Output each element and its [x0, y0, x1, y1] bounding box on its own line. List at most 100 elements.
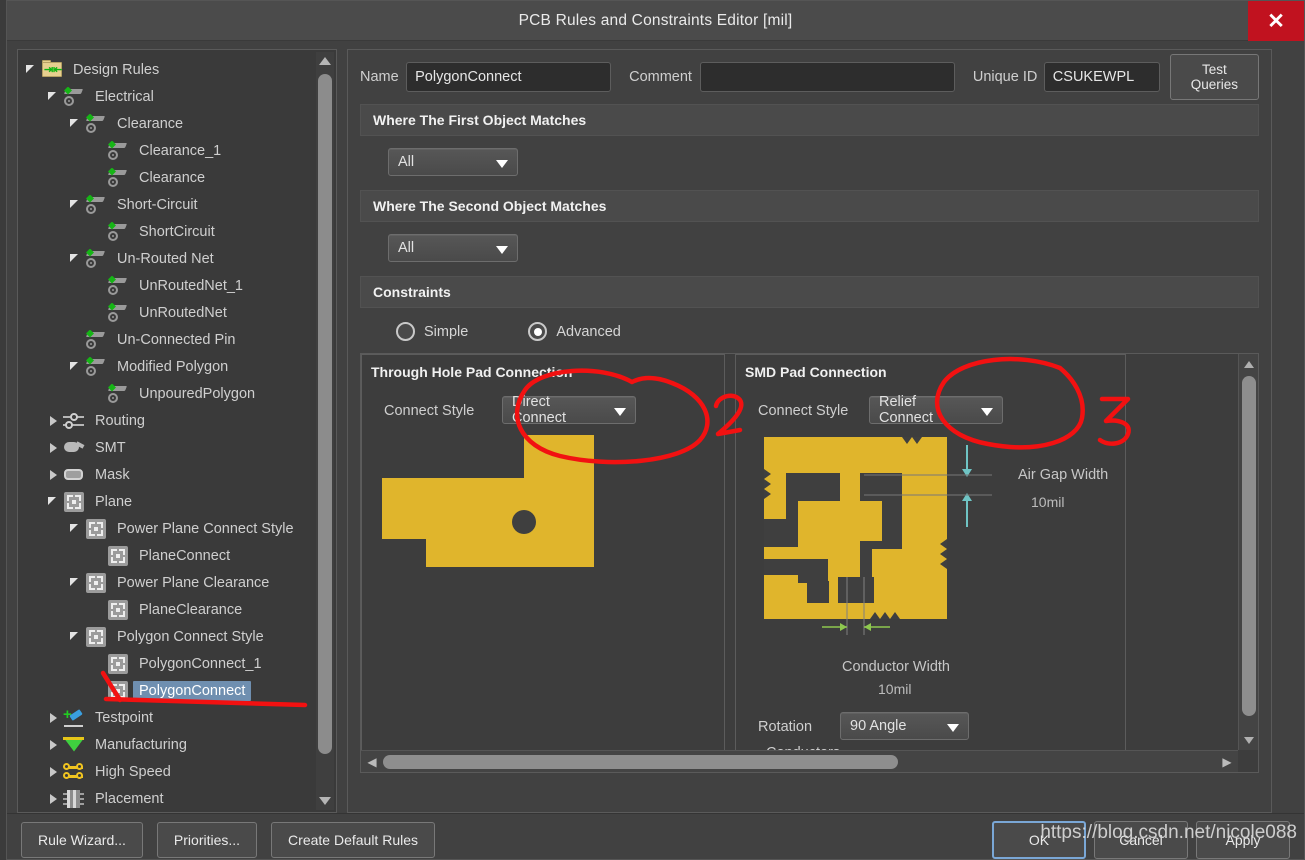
name-row: Name Comment Unique ID Test Queries — [360, 60, 1259, 94]
smd-group: SMD Pad Connection Connect Style Relief … — [735, 354, 1126, 750]
tree-scroll-down-icon[interactable] — [316, 792, 334, 810]
tree-item-power-plane-clearance[interactable]: Power Plane Clearance — [24, 569, 314, 596]
close-icon[interactable]: ✕ — [1248, 1, 1304, 41]
ok-button[interactable]: OK — [992, 821, 1086, 859]
radio-simple[interactable]: Simple — [396, 322, 468, 341]
rule-editor-panel: Name Comment Unique ID Test Queries Wher… — [347, 49, 1272, 813]
tree-item-label: ShortCircuit — [133, 222, 221, 242]
tree-item-high-speed[interactable]: High Speed — [24, 758, 314, 785]
through-hole-connect-style-dropdown[interactable]: Direct Connect — [502, 396, 636, 424]
expand-arrow-icon[interactable] — [46, 731, 62, 758]
collapse-arrow-icon[interactable] — [68, 191, 84, 218]
tree-item-un-routed-net[interactable]: Un-Routed Net — [24, 245, 314, 272]
tree-item-mask[interactable]: Mask — [24, 461, 314, 488]
first-object-scope-dropdown[interactable]: All — [388, 148, 518, 176]
chevron-down-icon — [496, 160, 508, 168]
chevron-down-icon — [981, 408, 993, 416]
tree-item-label: UnRoutedNet_1 — [133, 276, 249, 296]
expand-arrow-icon[interactable] — [46, 704, 62, 731]
collapse-arrow-icon[interactable] — [68, 569, 84, 596]
constraints-horizontal-scrollbar[interactable]: ◀ ▶ — [361, 750, 1238, 772]
expand-arrow-icon[interactable] — [46, 758, 62, 785]
tree-item-label: Clearance — [111, 114, 189, 134]
expand-arrow-icon[interactable] — [46, 407, 62, 434]
tree-item-polygon-connect-style[interactable]: Polygon Connect Style — [24, 623, 314, 650]
collapse-arrow-icon[interactable] — [46, 488, 62, 515]
tree-item-power-plane-connect-style[interactable]: Power Plane Connect Style — [24, 515, 314, 542]
constraints-hscroll-thumb[interactable] — [383, 755, 898, 769]
tree-item-planeclearance[interactable]: PlaneClearance — [24, 596, 314, 623]
tree-item-routing[interactable]: Routing — [24, 407, 314, 434]
radio-advanced-label: Advanced — [556, 324, 621, 340]
comment-input[interactable] — [700, 62, 955, 92]
tree-item-unroutednet-1[interactable]: UnRoutedNet_1 — [24, 272, 314, 299]
tree-scrollbar-thumb[interactable] — [318, 74, 332, 754]
through-hole-title: Through Hole Pad Connection — [371, 364, 572, 380]
constraints-scroll-up-icon[interactable] — [1239, 356, 1259, 372]
collapse-arrow-icon[interactable] — [68, 245, 84, 272]
name-input[interactable] — [406, 62, 611, 92]
tree-item-unroutednet[interactable]: UnRoutedNet — [24, 299, 314, 326]
priorities-button[interactable]: Priorities... — [157, 822, 257, 858]
smd-connect-style-dropdown[interactable]: Relief Connect — [869, 396, 1003, 424]
tree-item-testpoint[interactable]: +Testpoint — [24, 704, 314, 731]
first-object-header: Where The First Object Matches — [360, 104, 1259, 136]
unique-id-label: Unique ID — [973, 69, 1044, 85]
collapse-arrow-icon[interactable] — [68, 623, 84, 650]
tree-item-short-circuit[interactable]: Short-Circuit — [24, 191, 314, 218]
tree-item-design-rules[interactable]: ⇥⇤Design Rules — [24, 56, 314, 83]
constraints-vertical-scrollbar[interactable] — [1238, 354, 1258, 750]
plane-icon — [106, 653, 130, 675]
constraints-content: Through Hole Pad Connection Connect Styl… — [361, 354, 1238, 750]
tree-item-plane[interactable]: Plane — [24, 488, 314, 515]
collapse-arrow-icon[interactable] — [46, 83, 62, 110]
tree-item-clearance[interactable]: Clearance — [24, 164, 314, 191]
create-default-rules-button[interactable]: Create Default Rules — [271, 822, 435, 858]
collapse-arrow-icon[interactable] — [24, 56, 40, 83]
rule-wizard-button[interactable]: Rule Wizard... — [21, 822, 143, 858]
tree-item-clearance-1[interactable]: Clearance_1 — [24, 137, 314, 164]
tree-item-polygonconnect[interactable]: PolygonConnect — [24, 677, 314, 704]
tree-item-planeconnect[interactable]: PlaneConnect — [24, 542, 314, 569]
constraints-scroll-right-icon[interactable]: ▶ — [1218, 751, 1236, 773]
cancel-button[interactable]: Cancel — [1094, 821, 1188, 859]
tree-scroll-up-icon[interactable] — [316, 52, 334, 70]
second-object-scope-dropdown[interactable]: All — [388, 234, 518, 262]
tree-item-shortcircuit[interactable]: ShortCircuit — [24, 218, 314, 245]
test-queries-button[interactable]: Test Queries — [1170, 54, 1259, 100]
tree-item-unpouredpolygon[interactable]: UnpouredPolygon — [24, 380, 314, 407]
collapse-arrow-icon[interactable] — [68, 353, 84, 380]
electrical-icon — [106, 140, 130, 162]
design-rules-tree[interactable]: ⇥⇤Design RulesElectricalClearanceClearan… — [17, 49, 337, 813]
expand-arrow-icon[interactable] — [46, 785, 62, 812]
tree-item-label: UnpouredPolygon — [133, 384, 261, 404]
constraints-scroll-down-icon[interactable] — [1239, 732, 1259, 748]
tree-item-polygonconnect-1[interactable]: PolygonConnect_1 — [24, 650, 314, 677]
tree-item-electrical[interactable]: Electrical — [24, 83, 314, 110]
tree-item-placement[interactable]: Placement — [24, 785, 314, 812]
tree-scrollbar[interactable] — [316, 52, 334, 810]
tree-item-modified-polygon[interactable]: Modified Polygon — [24, 353, 314, 380]
constraints-scroll-body: Through Hole Pad Connection Connect Styl… — [360, 353, 1259, 773]
rotation-dropdown[interactable]: 90 Angle — [840, 712, 969, 740]
tree-item-label: High Speed — [89, 762, 177, 782]
tree-item-smt[interactable]: SMT — [24, 434, 314, 461]
folder-rules-icon: ⇥⇤ — [40, 59, 64, 81]
collapse-arrow-icon[interactable] — [68, 515, 84, 542]
routing-icon — [62, 410, 86, 432]
electrical-icon — [62, 86, 86, 108]
conductor-width-value: 10mil — [878, 681, 911, 697]
expand-arrow-icon[interactable] — [46, 434, 62, 461]
electrical-icon — [84, 194, 108, 216]
tree-item-clearance[interactable]: Clearance — [24, 110, 314, 137]
apply-button[interactable]: Apply — [1196, 821, 1290, 859]
tree-item-un-connected-pin[interactable]: Un-Connected Pin — [24, 326, 314, 353]
constraints-vscroll-thumb[interactable] — [1242, 376, 1256, 716]
radio-advanced[interactable]: Advanced — [528, 322, 621, 341]
expand-arrow-icon[interactable] — [46, 461, 62, 488]
tree-item-label: PolygonConnect — [133, 681, 251, 701]
constraints-scroll-left-icon[interactable]: ◀ — [363, 751, 381, 773]
collapse-arrow-icon[interactable] — [68, 110, 84, 137]
unique-id-input[interactable] — [1044, 62, 1160, 92]
tree-item-manufacturing[interactable]: Manufacturing — [24, 731, 314, 758]
